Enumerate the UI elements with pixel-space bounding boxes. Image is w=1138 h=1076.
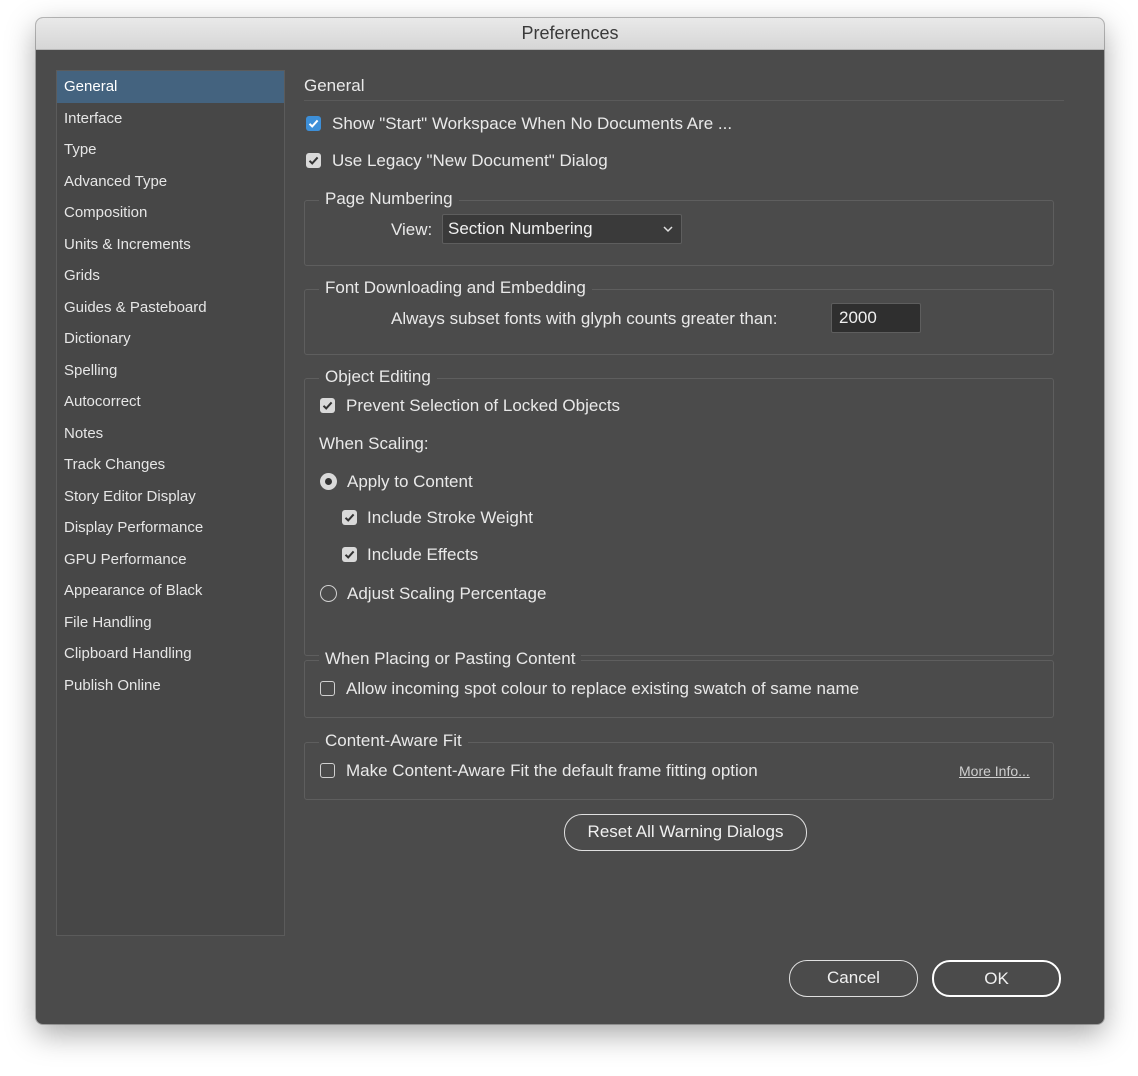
legacy-dialog-checkbox[interactable]: [306, 153, 321, 168]
apply-to-content-radio[interactable]: [320, 473, 337, 490]
sidebar-item-file-handling[interactable]: File Handling: [57, 607, 284, 639]
sidebar-item-clipboard-handling[interactable]: Clipboard Handling: [57, 638, 284, 670]
sidebar-item-composition[interactable]: Composition: [57, 197, 284, 229]
include-stroke-label: Include Stroke Weight: [367, 508, 533, 527]
legacy-dialog-label: Use Legacy "New Document" Dialog: [332, 151, 608, 170]
sidebar-item-publish-online[interactable]: Publish Online: [57, 670, 284, 702]
sidebar-item-notes[interactable]: Notes: [57, 418, 284, 450]
checkmark-icon: [344, 550, 355, 559]
sidebar-item-advanced-type[interactable]: Advanced Type: [57, 166, 284, 198]
sidebar: General Interface Type Advanced Type Com…: [56, 70, 285, 936]
sidebar-item-gpu-performance[interactable]: GPU Performance: [57, 544, 284, 576]
font-downloading-title: Font Downloading and Embedding: [319, 278, 592, 298]
prevent-locked-label: Prevent Selection of Locked Objects: [346, 396, 621, 415]
checkmark-icon: [308, 119, 319, 128]
ok-button[interactable]: OK: [932, 960, 1061, 997]
content-aware-default-checkbox[interactable]: [320, 763, 335, 778]
pane-heading: General: [304, 76, 365, 95]
sidebar-item-spelling[interactable]: Spelling: [57, 355, 284, 387]
content-aware-default-label: Make Content-Aware Fit the default frame…: [346, 761, 758, 780]
adjust-scaling-label: Adjust Scaling Percentage: [347, 584, 547, 603]
sidebar-item-general[interactable]: General: [57, 71, 284, 103]
view-select-value: Section Numbering: [448, 219, 593, 238]
subset-fonts-input[interactable]: 2000: [831, 303, 921, 333]
reset-warning-dialogs-button[interactable]: Reset All Warning Dialogs: [564, 814, 807, 851]
general-pane: General Show "Start" Workspace When No D…: [304, 70, 1064, 970]
sidebar-item-interface[interactable]: Interface: [57, 103, 284, 135]
view-label: View:: [391, 220, 433, 239]
include-effects-label: Include Effects: [367, 545, 479, 564]
sidebar-item-track-changes[interactable]: Track Changes: [57, 449, 284, 481]
placing-title: When Placing or Pasting Content: [319, 649, 582, 669]
sidebar-item-display-performance[interactable]: Display Performance: [57, 512, 284, 544]
sidebar-item-story-editor-display[interactable]: Story Editor Display: [57, 481, 284, 513]
apply-to-content-label: Apply to Content: [347, 472, 473, 491]
page-numbering-title: Page Numbering: [319, 189, 459, 209]
adjust-scaling-radio[interactable]: [320, 585, 337, 602]
subset-fonts-label: Always subset fonts with glyph counts gr…: [391, 309, 778, 328]
sidebar-item-autocorrect[interactable]: Autocorrect: [57, 386, 284, 418]
object-editing-title: Object Editing: [319, 367, 437, 387]
cancel-button[interactable]: Cancel: [789, 960, 918, 997]
checkmark-icon: [322, 401, 333, 410]
include-effects-checkbox[interactable]: [342, 547, 357, 562]
more-info-link[interactable]: More Info...: [959, 763, 1030, 779]
prevent-locked-checkbox[interactable]: [320, 398, 335, 413]
allow-spot-colour-label: Allow incoming spot colour to replace ex…: [346, 679, 860, 698]
checkmark-icon: [308, 156, 319, 165]
chevron-down-icon: [663, 226, 673, 233]
window-title: Preferences: [36, 18, 1104, 50]
when-scaling-label: When Scaling:: [319, 434, 429, 453]
sidebar-item-dictionary[interactable]: Dictionary: [57, 323, 284, 355]
sidebar-item-grids[interactable]: Grids: [57, 260, 284, 292]
sidebar-item-appearance-of-black[interactable]: Appearance of Black: [57, 575, 284, 607]
view-select[interactable]: Section Numbering: [442, 214, 682, 244]
content-aware-title: Content-Aware Fit: [319, 731, 468, 751]
show-start-label: Show "Start" Workspace When No Documents…: [332, 114, 733, 133]
sidebar-item-type[interactable]: Type: [57, 134, 284, 166]
show-start-checkbox[interactable]: [306, 116, 321, 131]
allow-spot-colour-checkbox[interactable]: [320, 681, 335, 696]
preferences-window: Preferences General Interface Type Advan…: [36, 18, 1104, 1024]
checkmark-icon: [344, 513, 355, 522]
include-stroke-checkbox[interactable]: [342, 510, 357, 525]
sidebar-item-units-increments[interactable]: Units & Increments: [57, 229, 284, 261]
heading-divider: [304, 100, 1064, 101]
sidebar-item-guides-pasteboard[interactable]: Guides & Pasteboard: [57, 292, 284, 324]
